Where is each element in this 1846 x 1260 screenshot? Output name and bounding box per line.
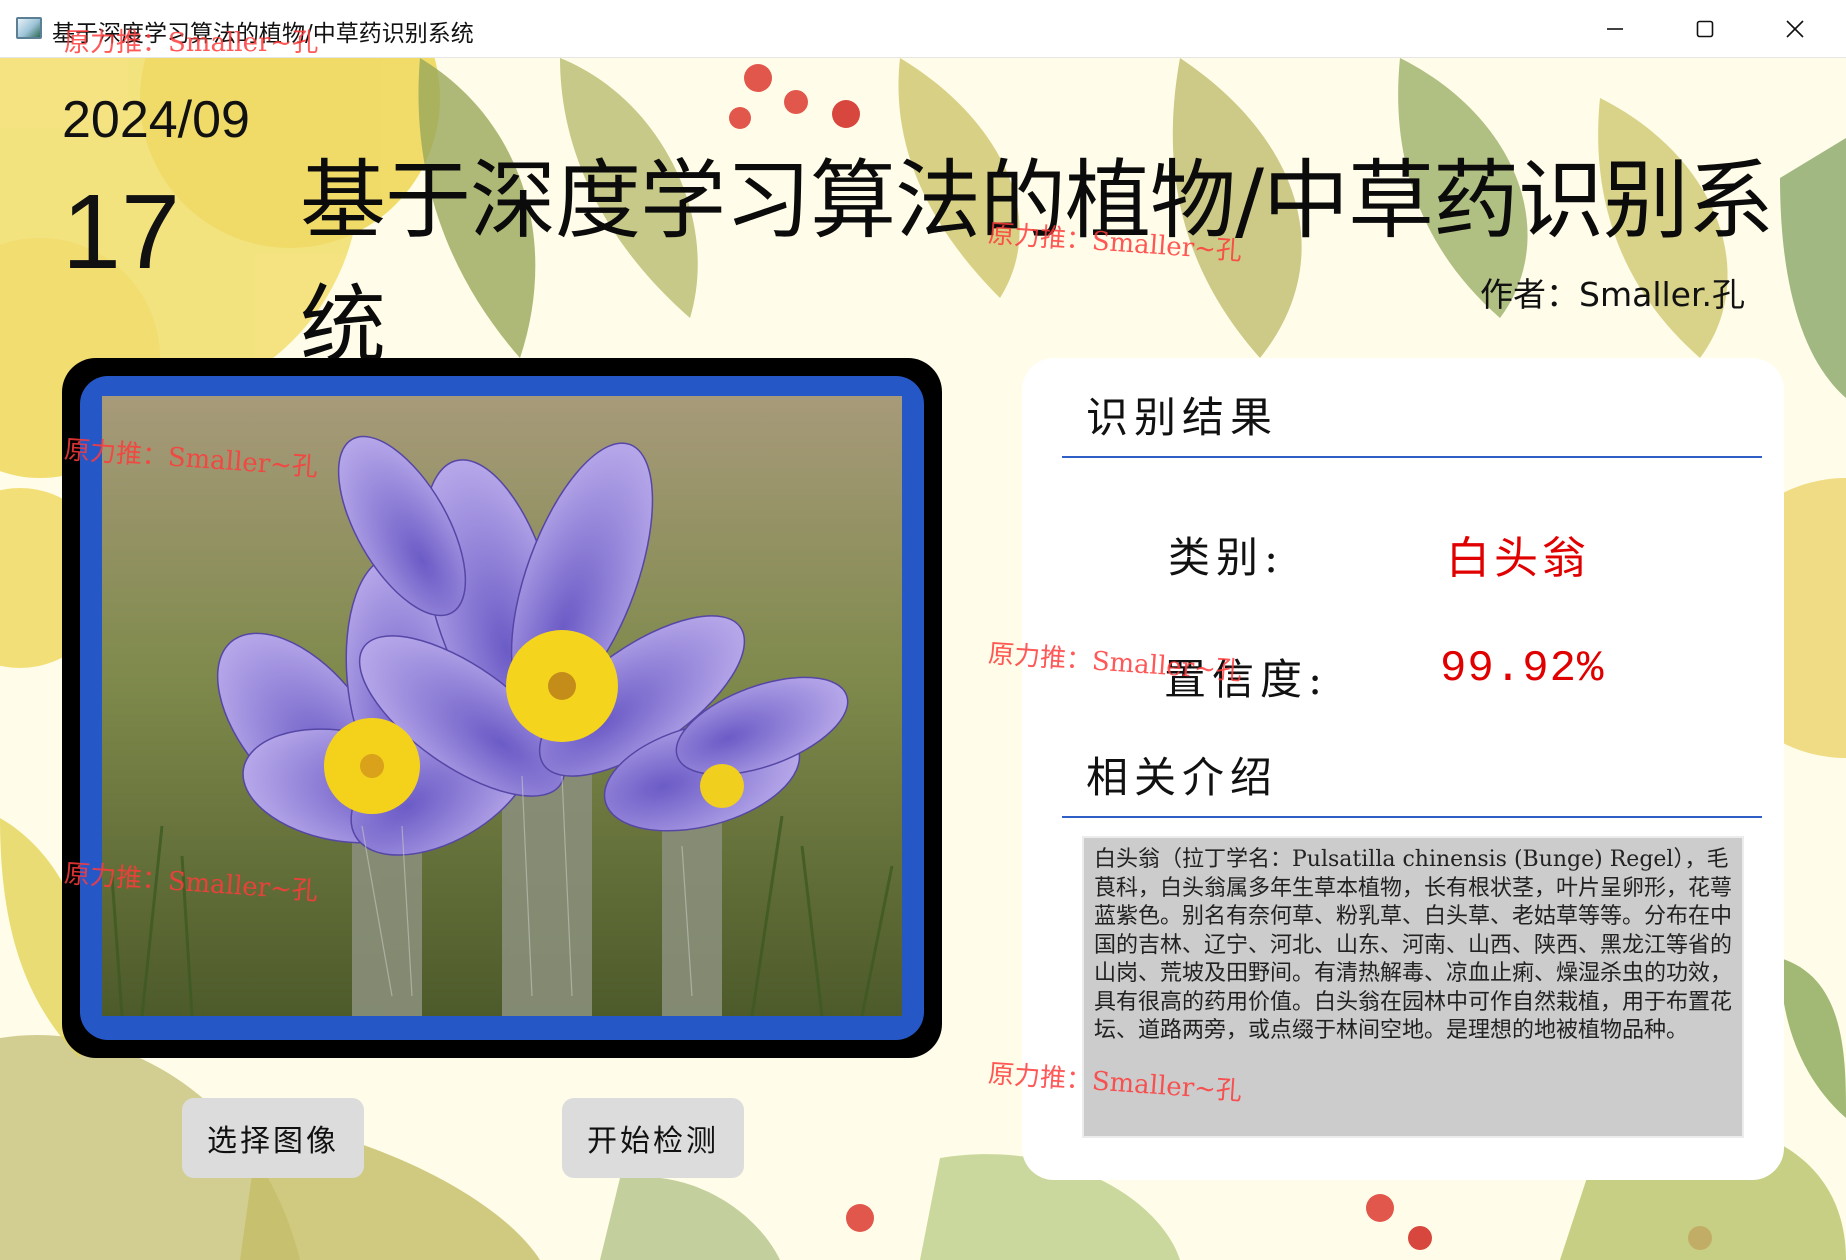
author-label: 作者：Smaller.孔 xyxy=(1480,275,1745,314)
select-image-button[interactable]: 选择图像 xyxy=(182,1098,364,1178)
confidence-label: 置信度: xyxy=(1164,655,1329,704)
window-title: 基于深度学习算法的植物/中草药识别系统 xyxy=(52,21,474,47)
close-icon xyxy=(1786,20,1804,38)
category-label: 类别: xyxy=(1168,533,1285,582)
image-display-border xyxy=(80,376,924,1040)
app-icon xyxy=(16,17,42,39)
intro-divider xyxy=(1062,816,1762,818)
results-panel: 识别结果 类别: 白头翁 置信度: 99.92% 相关介绍 白头翁（拉丁学名：P… xyxy=(1022,358,1784,1180)
result-divider xyxy=(1062,456,1762,458)
minimize-button[interactable] xyxy=(1570,0,1660,58)
title-bar: 基于深度学习算法的植物/中草药识别系统 xyxy=(0,0,1846,58)
close-button[interactable] xyxy=(1750,0,1840,58)
confidence-value: 99.92% xyxy=(1440,644,1605,694)
result-section-title: 识别结果 xyxy=(1086,393,1279,442)
date-year-month: 2024/09 xyxy=(62,91,250,149)
date-day: 17 xyxy=(62,173,180,291)
category-value: 白头翁 xyxy=(1446,533,1590,584)
intro-section-title: 相关介绍 xyxy=(1086,753,1279,802)
maximize-icon xyxy=(1696,20,1714,38)
minimize-icon xyxy=(1607,28,1623,30)
plant-image xyxy=(102,396,902,1016)
intro-text-box[interactable]: 白头翁（拉丁学名：Pulsatilla chinensis (Bunge) Re… xyxy=(1082,836,1744,1138)
maximize-button[interactable] xyxy=(1660,0,1750,58)
start-detect-button[interactable]: 开始检测 xyxy=(562,1098,744,1178)
page-title: 基于深度学习算法的植物/中草药识别系统 xyxy=(300,151,1774,376)
image-display-frame xyxy=(62,358,942,1058)
